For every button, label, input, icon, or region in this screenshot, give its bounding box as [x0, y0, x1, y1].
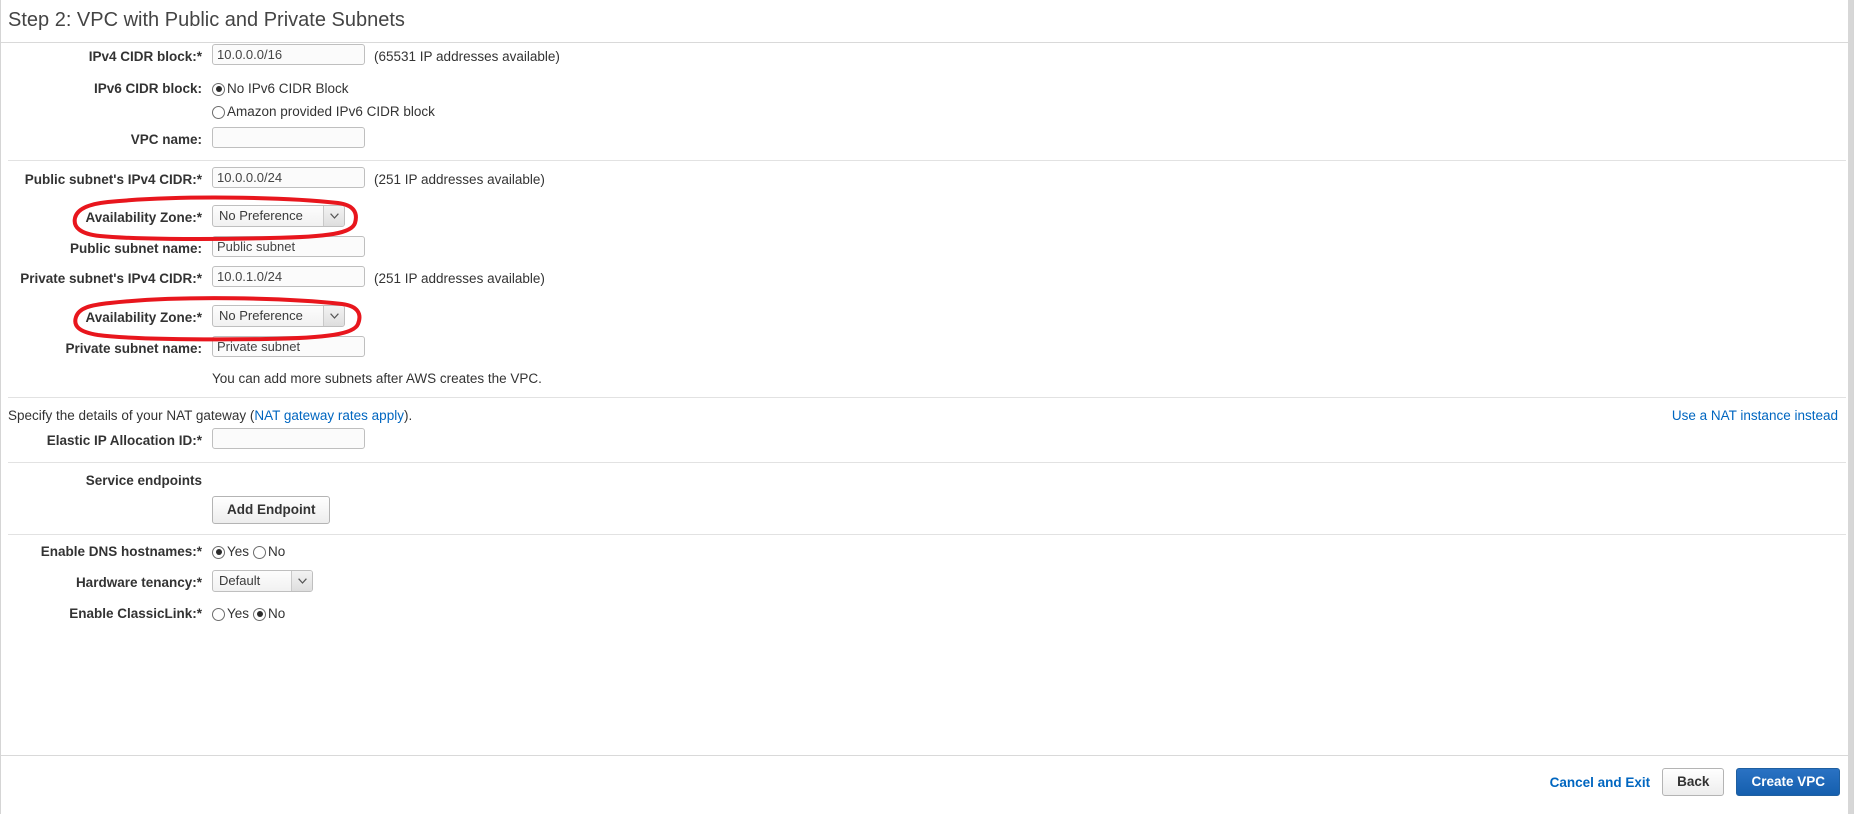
private-cidr-hint: (251 IP addresses available)	[374, 271, 545, 286]
radio-icon[interactable]	[212, 82, 225, 96]
row-nat-description: Specify the details of your NAT gateway …	[0, 403, 1854, 429]
service-endpoints-label: Service endpoints	[85, 473, 202, 488]
page-title: Step 2: VPC with Public and Private Subn…	[8, 9, 405, 31]
footer-actions: Cancel and Exit Back Create VPC	[1550, 768, 1840, 796]
private-subnet-name-label: Private subnet name:	[65, 341, 202, 356]
subnet-note: You can add more subnets after AWS creat…	[212, 371, 542, 386]
nat-instance-link-wrap: Use a NAT instance instead	[1672, 403, 1838, 429]
divider-4	[8, 534, 1846, 535]
footer-bar: Cancel and Exit Back Create VPC	[0, 755, 1854, 814]
row-add-endpoint: Add Endpoint	[0, 496, 1854, 524]
row-subnet-note: You can add more subnets after AWS creat…	[0, 366, 1854, 392]
chevron-down-icon[interactable]	[323, 206, 344, 226]
scrollbar-track[interactable]	[1848, 0, 1854, 814]
radio-icon[interactable]	[212, 545, 225, 559]
wizard-header: Step 2: VPC with Public and Private Subn…	[0, 0, 1854, 43]
divider-1	[8, 160, 1846, 161]
public-subnet-name-label: Public subnet name:	[69, 241, 202, 256]
classiclink-no-label: No	[268, 606, 286, 621]
nat-description: Specify the details of your NAT gateway …	[8, 403, 412, 429]
private-cidr-input[interactable]	[212, 266, 365, 287]
classiclink-label: Enable ClassicLink:*	[69, 606, 202, 621]
row-private-subnet-name: Private subnet name:	[0, 336, 1854, 362]
row-ipv4-cidr: IPv4 CIDR block:* (65531 IP addresses av…	[0, 44, 1854, 70]
ipv4-cidr-label: IPv4 CIDR block:*	[88, 49, 202, 64]
ipv6-option-amazon[interactable]: Amazon provided IPv6 CIDR block	[212, 99, 435, 125]
ipv4-cidr-hint: (65531 IP addresses available)	[374, 49, 560, 64]
private-cidr-label: Private subnet's IPv4 CIDR:*	[20, 271, 202, 286]
classiclink-radio-group: Yes No	[212, 601, 289, 627]
vpc-name-label: VPC name:	[130, 132, 202, 147]
hardware-tenancy-label: Hardware tenancy:*	[75, 575, 202, 590]
private-az-label: Availability Zone:*	[85, 310, 202, 325]
nat-gateway-rates-link[interactable]: NAT gateway rates apply	[254, 408, 404, 423]
public-az-label: Availability Zone:*	[85, 210, 202, 225]
vpc-name-input[interactable]	[212, 127, 365, 148]
row-classiclink: Enable ClassicLink:* Yes No	[0, 601, 1854, 627]
row-public-az: Availability Zone:* No Preference	[0, 205, 1854, 231]
nat-description-suffix: ).	[403, 408, 413, 423]
dns-hostnames-no-label: No	[268, 544, 286, 559]
row-service-endpoints-label: Service endpoints	[0, 468, 1854, 494]
dns-hostnames-no[interactable]: No	[253, 539, 285, 565]
dns-hostnames-yes[interactable]: Yes	[212, 539, 249, 565]
private-subnet-name-input[interactable]	[212, 336, 365, 357]
radio-icon[interactable]	[212, 607, 225, 621]
classiclink-no[interactable]: No	[253, 601, 285, 627]
dns-hostnames-label: Enable DNS hostnames:*	[40, 544, 202, 559]
classiclink-yes[interactable]: Yes	[212, 601, 249, 627]
public-az-select[interactable]: No Preference	[212, 205, 345, 227]
public-cidr-hint: (251 IP addresses available)	[374, 172, 545, 187]
nat-description-prefix: Specify the details of your NAT gateway …	[8, 408, 255, 423]
hardware-tenancy-select[interactable]: Default	[212, 570, 313, 592]
classiclink-yes-label: Yes	[227, 606, 250, 621]
public-subnet-name-input[interactable]	[212, 236, 365, 257]
divider-2	[8, 397, 1846, 398]
row-dns-hostnames: Enable DNS hostnames:* Yes No	[0, 539, 1854, 565]
radio-icon[interactable]	[212, 105, 225, 119]
ipv4-cidr-input[interactable]	[212, 44, 365, 65]
row-private-az: Availability Zone:* No Preference	[0, 305, 1854, 331]
ipv6-cidr-radio-group-2: Amazon provided IPv6 CIDR block	[212, 99, 439, 125]
row-vpc-name: VPC name:	[0, 127, 1854, 153]
dns-hostnames-yes-label: Yes	[227, 544, 250, 559]
create-vpc-button[interactable]: Create VPC	[1736, 768, 1840, 796]
row-hardware-tenancy: Hardware tenancy:* Default	[0, 570, 1854, 596]
radio-icon[interactable]	[253, 545, 267, 559]
row-public-cidr: Public subnet's IPv4 CIDR:* (251 IP addr…	[0, 167, 1854, 193]
row-elastic-ip: Elastic IP Allocation ID:*	[0, 428, 1854, 454]
elastic-ip-label: Elastic IP Allocation ID:*	[46, 433, 202, 448]
use-nat-instance-link[interactable]: Use a NAT instance instead	[1672, 408, 1838, 423]
row-private-cidr: Private subnet's IPv4 CIDR:* (251 IP add…	[0, 266, 1854, 292]
back-button[interactable]: Back	[1662, 768, 1725, 796]
dns-hostnames-radio-group: Yes No	[212, 539, 289, 565]
row-public-subnet-name: Public subnet name:	[0, 236, 1854, 262]
radio-icon[interactable]	[253, 607, 267, 621]
vpc-wizard-screen: Step 2: VPC with Public and Private Subn…	[0, 0, 1854, 814]
private-az-select[interactable]: No Preference	[212, 305, 345, 327]
chevron-down-icon[interactable]	[291, 571, 312, 591]
cancel-and-exit-link[interactable]: Cancel and Exit	[1550, 775, 1651, 790]
add-endpoint-button[interactable]: Add Endpoint	[212, 496, 331, 524]
chevron-down-icon[interactable]	[323, 306, 344, 326]
elastic-ip-input[interactable]	[212, 428, 365, 449]
public-cidr-label: Public subnet's IPv4 CIDR:*	[24, 172, 202, 187]
divider-3	[8, 462, 1846, 463]
row-ipv6-cidr-amazon: Amazon provided IPv6 CIDR block	[0, 99, 1854, 125]
ipv6-option-amazon-label: Amazon provided IPv6 CIDR block	[227, 104, 435, 119]
public-cidr-input[interactable]	[212, 167, 365, 188]
